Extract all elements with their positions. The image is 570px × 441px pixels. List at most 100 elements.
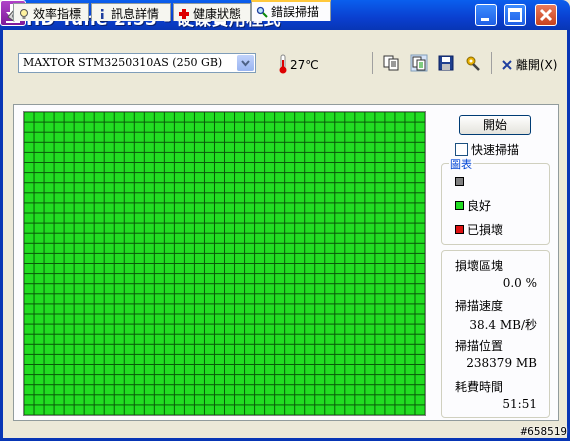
- scan-block: [385, 122, 395, 132]
- scan-block: [74, 324, 84, 334]
- scan-block: [184, 385, 194, 395]
- scan-block: [214, 334, 224, 344]
- scan-block: [365, 354, 375, 364]
- scan-block: [415, 223, 425, 233]
- exit-button[interactable]: 離開(X): [502, 56, 557, 73]
- options-icon[interactable]: [464, 54, 482, 72]
- scan-block: [154, 395, 164, 405]
- chevron-down-icon[interactable]: [237, 55, 254, 71]
- scan-block: [24, 304, 34, 314]
- scan-block: [365, 253, 375, 263]
- scan-block: [265, 375, 275, 385]
- scan-block: [84, 243, 94, 253]
- tab-benchmark[interactable]: 效率指標: [13, 3, 89, 21]
- scan-block: [295, 264, 305, 274]
- scan-block: [325, 173, 335, 183]
- tab-health[interactable]: 健康狀態: [173, 3, 251, 21]
- scan-block: [204, 163, 214, 173]
- scan-block: [325, 243, 335, 253]
- copy-all-icon[interactable]: [410, 54, 428, 72]
- scan-block: [184, 243, 194, 253]
- maximize-button[interactable]: [504, 4, 526, 26]
- scan-block: [255, 213, 265, 223]
- scan-block: [405, 163, 415, 173]
- scan-block: [174, 324, 184, 334]
- drive-select[interactable]: MAXTOR STM3250310AS (250 GB): [18, 53, 256, 73]
- scan-block: [395, 385, 405, 395]
- scan-block: [204, 324, 214, 334]
- start-button[interactable]: 開始: [459, 115, 531, 135]
- scan-block: [385, 334, 395, 344]
- scan-block: [94, 163, 104, 173]
- scan-block: [34, 193, 44, 203]
- scan-block: [64, 203, 74, 213]
- scan-block: [74, 274, 84, 284]
- scan-block: [134, 294, 144, 304]
- scan-block: [104, 324, 114, 334]
- scan-block: [395, 173, 405, 183]
- scan-block: [395, 365, 405, 375]
- scan-block: [275, 344, 285, 354]
- tab-error-scan[interactable]: 錯誤掃描: [251, 0, 331, 21]
- scan-block: [84, 294, 94, 304]
- scan-block: [84, 223, 94, 233]
- scan-block: [44, 243, 54, 253]
- scan-block: [375, 354, 385, 364]
- minimize-button[interactable]: [475, 4, 497, 26]
- scan-block: [144, 233, 154, 243]
- scan-block: [124, 203, 134, 213]
- scan-block: [405, 334, 415, 344]
- scan-block: [94, 223, 104, 233]
- scan-block: [64, 142, 74, 152]
- scan-block: [385, 385, 395, 395]
- scan-block: [325, 324, 335, 334]
- scan-block: [44, 274, 54, 284]
- scan-block: [94, 264, 104, 274]
- checkbox-box[interactable]: [455, 143, 468, 156]
- scan-block: [325, 385, 335, 395]
- scan-block: [335, 375, 345, 385]
- scan-block: [124, 365, 134, 375]
- scan-block: [405, 365, 415, 375]
- scan-block: [325, 375, 335, 385]
- tab-info[interactable]: 訊息詳情: [91, 3, 171, 21]
- scan-block: [34, 365, 44, 375]
- scan-block: [134, 274, 144, 284]
- scan-block: [64, 405, 74, 415]
- scan-block: [255, 132, 265, 142]
- scan-block: [54, 375, 64, 385]
- scan-block: [245, 324, 255, 334]
- scan-block: [265, 365, 275, 375]
- scan-block: [34, 395, 44, 405]
- save-icon[interactable]: [437, 54, 455, 72]
- scan-block: [174, 213, 184, 223]
- scan-block: [285, 314, 295, 324]
- close-button[interactable]: [535, 4, 557, 26]
- scan-block: [245, 344, 255, 354]
- scan-block: [194, 304, 204, 314]
- scan-block: [194, 203, 204, 213]
- scan-block: [114, 142, 124, 152]
- scan-block: [325, 365, 335, 375]
- scan-block: [74, 264, 84, 274]
- scan-block: [194, 365, 204, 375]
- scan-block: [134, 284, 144, 294]
- scan-block: [94, 385, 104, 395]
- scan-block: [74, 395, 84, 405]
- scan-block: [405, 142, 415, 152]
- scan-block: [405, 223, 415, 233]
- scan-block: [144, 142, 154, 152]
- scan-block: [54, 344, 64, 354]
- scan-block: [225, 385, 235, 395]
- scan-block: [114, 354, 124, 364]
- quick-scan-label: 快速掃描: [471, 143, 520, 157]
- scan-block: [375, 203, 385, 213]
- scan-block: [124, 354, 134, 364]
- scan-block: [144, 334, 154, 344]
- scan-block: [54, 173, 64, 183]
- scan-block: [275, 354, 285, 364]
- scan-block: [164, 163, 174, 173]
- copy-icon[interactable]: [382, 54, 400, 72]
- scan-block: [345, 183, 355, 193]
- scan-block: [325, 253, 335, 263]
